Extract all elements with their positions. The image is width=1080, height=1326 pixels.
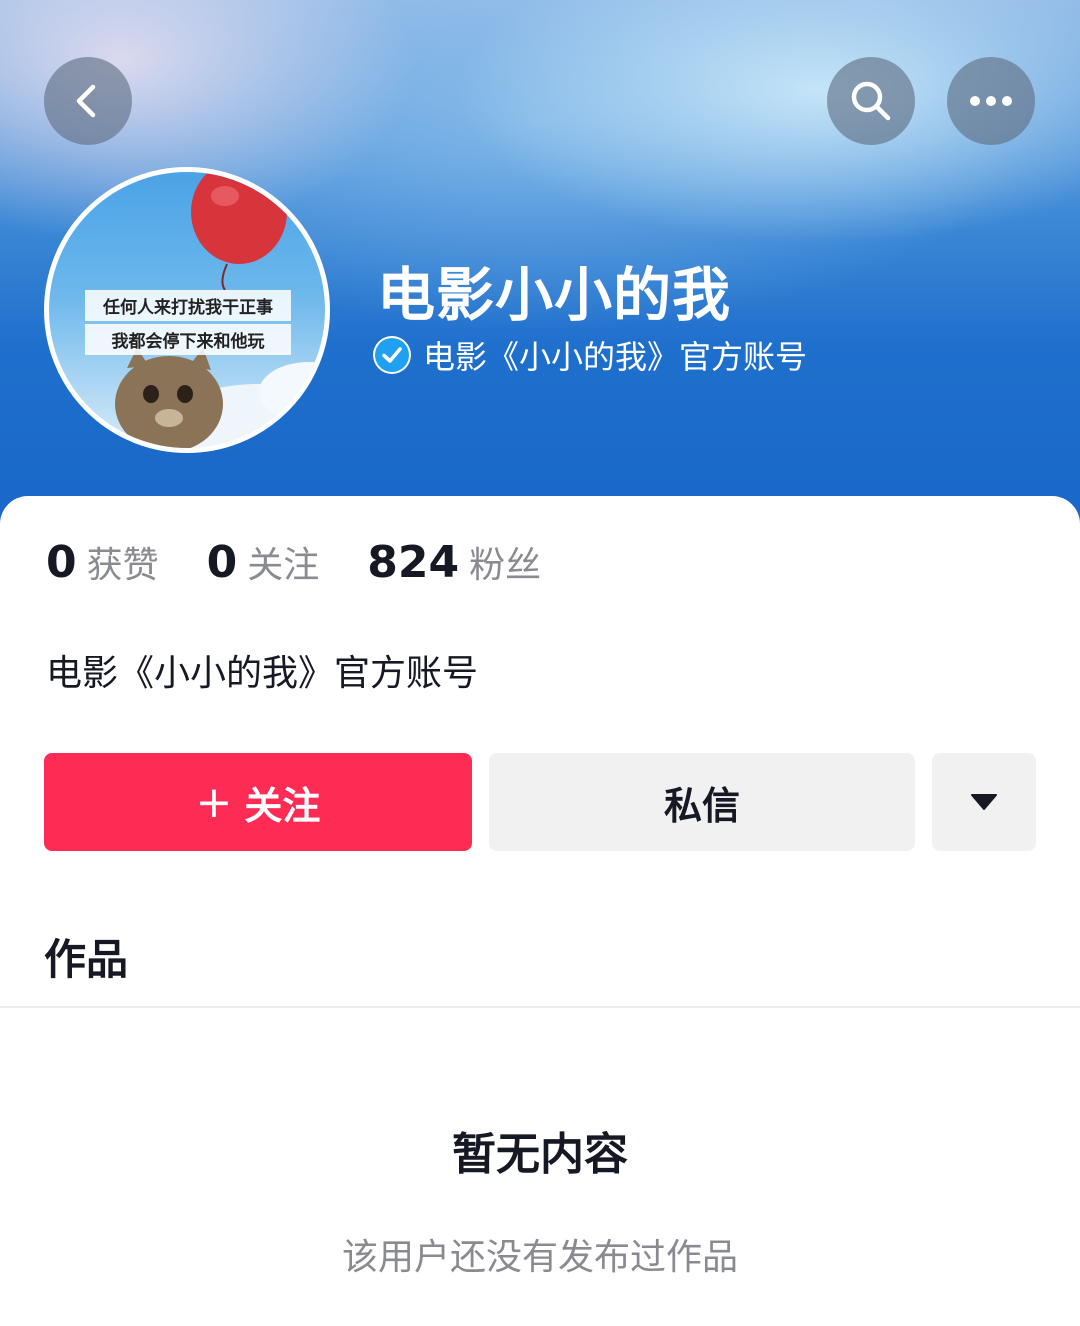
empty-state-subtitle: 该用户还没有发布过作品 — [341, 1237, 738, 1278]
dropdown-button[interactable] — [932, 753, 1036, 851]
stat-following[interactable]: 0 关注 — [207, 536, 320, 588]
profile-name: 电影小小的我 — [377, 261, 732, 329]
stat-value: 0 — [46, 537, 77, 588]
stat-likes[interactable]: 0 获赞 — [46, 536, 159, 588]
message-button[interactable]: 私信 — [489, 753, 915, 851]
divider — [0, 1006, 1080, 1008]
plus-icon: + — [195, 776, 233, 828]
works-section-title[interactable]: 作品 — [44, 926, 128, 987]
stat-label: 关注 — [247, 545, 320, 586]
profile-bio: 电影《小小的我》官方账号 — [46, 653, 479, 694]
stat-label: 获赞 — [86, 545, 159, 586]
back-button[interactable] — [44, 57, 132, 145]
avatar-caption-line2: 我都会停下来和他玩 — [85, 324, 291, 355]
more-horizontal-icon — [970, 96, 1012, 106]
verified-badge-icon — [373, 336, 411, 374]
search-icon — [851, 81, 891, 121]
avatar-caption-line1: 任何人来打扰我干正事 — [85, 290, 291, 321]
follow-label: 关注 — [244, 783, 321, 828]
message-label: 私信 — [663, 783, 740, 828]
stat-followers[interactable]: 824 粉丝 — [367, 536, 541, 588]
more-button[interactable] — [947, 57, 1035, 145]
stat-value: 824 — [367, 537, 460, 588]
profile-card: 0 获赞 0 关注 824 粉丝 电影《小小的我》官方账号 + 关注 私信 作品… — [0, 496, 1080, 1326]
follow-button[interactable]: + 关注 — [44, 753, 472, 851]
empty-state-title: 暂无内容 — [452, 1129, 628, 1180]
verified-row: 电影《小小的我》官方账号 — [373, 332, 807, 378]
search-button[interactable] — [827, 57, 915, 145]
stat-value: 0 — [206, 537, 238, 588]
verified-label: 电影《小小的我》官方账号 — [423, 338, 808, 376]
stats-row: 0 获赞 0 关注 824 粉丝 — [46, 536, 589, 588]
profile-banner: 任何人来打扰我干正事 我都会停下来和他玩 电影小小的我 电影《小小的我》官方账号 — [0, 0, 1080, 560]
avatar[interactable]: 任何人来打扰我干正事 我都会停下来和他玩 — [44, 167, 330, 453]
caret-down-icon — [971, 794, 997, 810]
stat-label: 粉丝 — [469, 545, 542, 586]
chevron-left-icon — [76, 84, 96, 118]
